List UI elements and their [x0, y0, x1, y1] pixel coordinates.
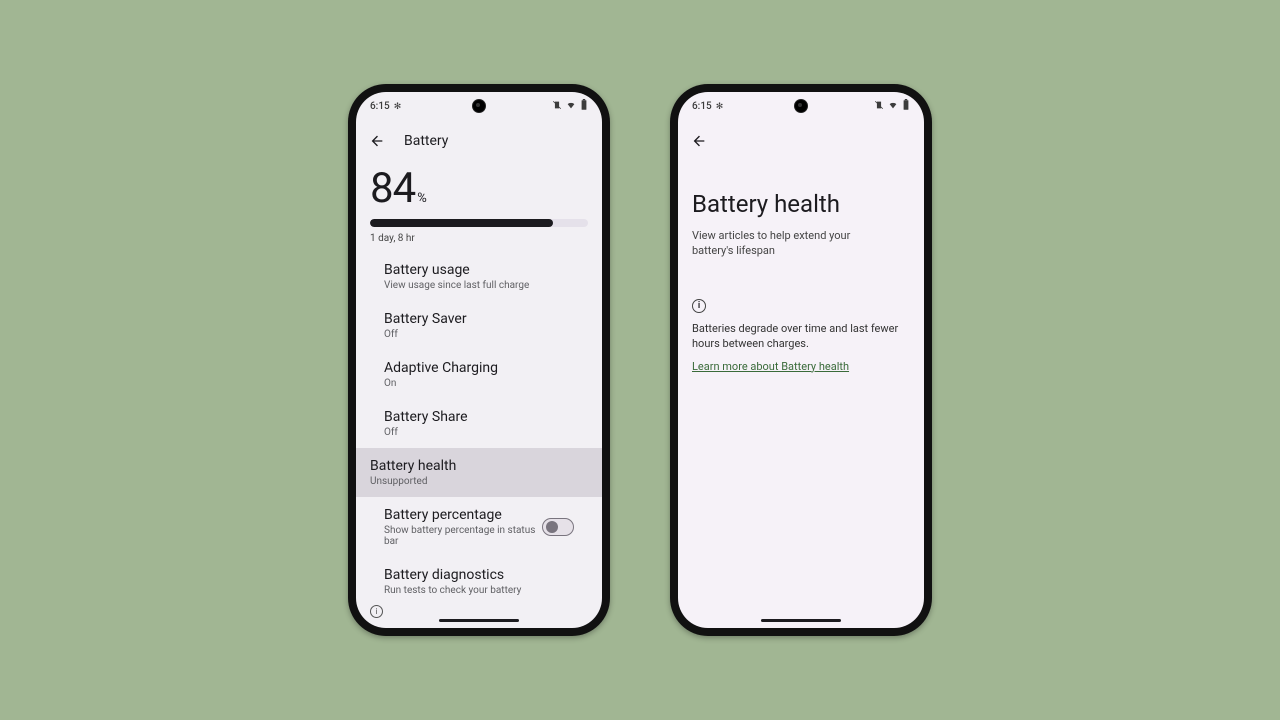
percent-value: 84 [370, 164, 415, 213]
page-subtitle: View articles to help extend your batter… [692, 228, 892, 259]
toggle-knob [546, 521, 558, 533]
info-body: Batteries degrade over time and last few… [692, 321, 910, 352]
row-battery-saver[interactable]: Battery Saver Off [370, 301, 588, 350]
battery-percent: 84 % [370, 164, 588, 213]
wifi-icon [887, 100, 899, 113]
app-bar [678, 120, 924, 162]
learn-more-link[interactable]: Learn more about Battery health [692, 360, 910, 373]
info-icon: i [692, 299, 706, 313]
row-battery-percentage[interactable]: Battery percentage Show battery percenta… [370, 497, 588, 557]
screen-battery-health: 6:15 Battery health View articles to hel… [678, 92, 924, 628]
page-title: Battery health [692, 190, 910, 218]
settings-list: Battery usage View usage since last full… [370, 252, 588, 606]
gear-icon [394, 101, 402, 112]
camera-cutout [794, 99, 808, 113]
row-battery-usage[interactable]: Battery usage View usage since last full… [370, 252, 588, 301]
nav-bar[interactable] [439, 619, 519, 622]
row-battery-health[interactable]: Battery health Unsupported [356, 448, 602, 497]
time-estimate: 1 day, 8 hr [370, 233, 588, 244]
row-battery-diagnostics[interactable]: Battery diagnostics Run tests to check y… [370, 557, 588, 606]
vibrate-icon [874, 100, 884, 113]
app-bar: Battery [356, 120, 602, 162]
battery-progress-track [370, 219, 588, 227]
nav-bar[interactable] [761, 619, 841, 622]
battery-icon [902, 99, 910, 114]
camera-cutout [472, 99, 486, 113]
row-adaptive-charging[interactable]: Adaptive Charging On [370, 350, 588, 399]
battery-progress-fill [370, 219, 553, 227]
wifi-icon [565, 100, 577, 113]
phone-left: 6:15 Battery 84 % 1 day, 8 hr [348, 84, 610, 636]
screen-battery: 6:15 Battery 84 % 1 day, 8 hr [356, 92, 602, 628]
status-time: 6:15 [370, 101, 390, 112]
vibrate-icon [552, 100, 562, 113]
status-time: 6:15 [692, 101, 712, 112]
toggle-battery-percentage[interactable] [542, 518, 574, 536]
gear-icon [716, 101, 724, 112]
percent-sign: % [417, 191, 427, 206]
battery-icon [580, 99, 588, 114]
back-button[interactable] [368, 132, 386, 150]
back-button[interactable] [690, 132, 708, 150]
phone-right: 6:15 Battery health View articles to hel… [670, 84, 932, 636]
info-icon[interactable]: i [370, 605, 383, 618]
page-title: Battery [404, 133, 448, 149]
row-battery-share[interactable]: Battery Share Off [370, 399, 588, 448]
